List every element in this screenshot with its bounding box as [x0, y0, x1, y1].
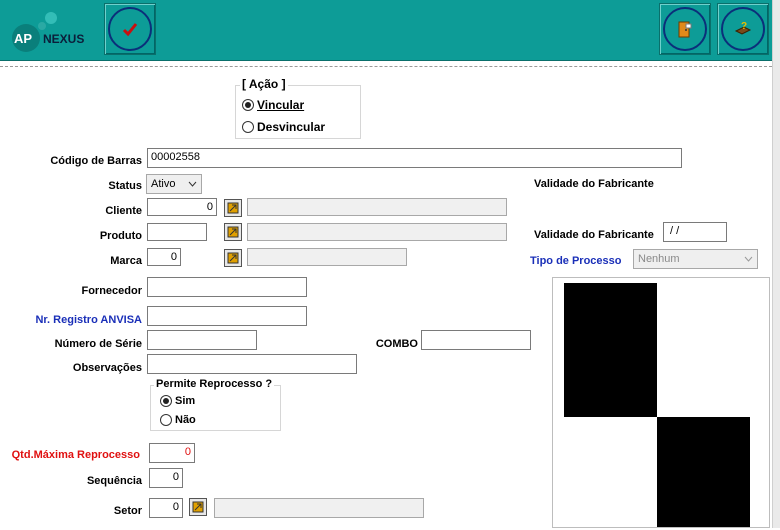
- help-button[interactable]: ?: [717, 3, 769, 55]
- codigo-barras-input[interactable]: 00002558: [147, 148, 682, 168]
- produto-desc-field: [247, 223, 507, 241]
- cliente-desc-field: [247, 198, 507, 216]
- chevron-down-icon: [188, 178, 197, 190]
- setor-desc-field: [214, 498, 424, 518]
- sequencia-label: Sequência: [86, 475, 142, 487]
- observacoes-label: Observações: [72, 362, 142, 374]
- lookup-icon: [192, 501, 204, 513]
- serie-label: Número de Série: [54, 338, 142, 350]
- svg-text:?: ?: [741, 21, 747, 32]
- radio-unselected-icon: [242, 121, 254, 133]
- validade-label: Validade do Fabricante: [534, 229, 654, 241]
- radio-desvincular-label: Desvincular: [257, 120, 326, 134]
- anvisa-input[interactable]: [147, 306, 307, 326]
- chevron-down-icon: [744, 253, 753, 265]
- help-book-icon: ?: [721, 7, 765, 51]
- setor-code-input[interactable]: 0: [149, 498, 183, 518]
- combo-input[interactable]: [421, 330, 531, 350]
- svg-text:AP: AP: [14, 31, 32, 46]
- radio-nao-label: Não: [175, 414, 196, 426]
- radio-selected-icon: [242, 99, 254, 111]
- setor-label: Setor: [113, 505, 142, 517]
- anvisa-label: Nr. Registro ANVISA: [35, 314, 142, 326]
- produto-lookup-button[interactable]: [224, 223, 242, 241]
- check-icon: [108, 7, 152, 51]
- radio-nao[interactable]: Não: [160, 414, 196, 426]
- exit-button[interactable]: [659, 3, 711, 55]
- marca-label: Marca: [110, 255, 142, 267]
- tipo-processo-select[interactable]: Nenhum: [633, 249, 758, 269]
- radio-desvincular[interactable]: Desvincular: [242, 120, 325, 134]
- fornecedor-label: Fornecedor: [81, 285, 142, 297]
- radio-vincular[interactable]: Vincular: [242, 98, 304, 112]
- codigo-barras-label: Código de Barras: [50, 155, 142, 167]
- app-logo: AP NEXUS: [6, 6, 96, 54]
- validade-input[interactable]: / /: [663, 222, 727, 242]
- exit-door-icon: [663, 7, 707, 51]
- lookup-icon: [227, 252, 239, 264]
- radio-sim-label: Sim: [175, 395, 196, 407]
- tipo-processo-value: Nenhum: [638, 253, 680, 265]
- status-select[interactable]: Ativo: [146, 174, 202, 194]
- radio-vincular-label: Vincular: [257, 98, 305, 112]
- lookup-icon: [227, 202, 239, 214]
- svg-text:NEXUS: NEXUS: [43, 32, 84, 46]
- produto-label: Produto: [99, 230, 142, 242]
- barcode-image-preview: [552, 277, 770, 528]
- cliente-code-input[interactable]: 0: [147, 198, 217, 216]
- marca-code-input[interactable]: 0: [147, 248, 181, 266]
- radio-sim[interactable]: Sim: [160, 395, 195, 407]
- lookup-icon: [227, 226, 239, 238]
- qtd-maxima-input[interactable]: 0: [149, 443, 195, 463]
- barcode-pattern-image: [564, 283, 750, 527]
- qtd-maxima-label: Qtd.Máxima Reprocesso: [11, 449, 140, 461]
- observacoes-input[interactable]: [147, 354, 357, 374]
- status-label: Status: [108, 180, 142, 192]
- acao-legend: [ Ação ]: [240, 77, 288, 91]
- tipo-processo-label: Tipo de Processo: [530, 255, 622, 267]
- fornecedor-input[interactable]: [147, 277, 307, 297]
- combo-label: COMBO: [375, 338, 418, 350]
- radio-unselected-icon: [160, 414, 172, 426]
- produto-code-input[interactable]: [147, 223, 207, 241]
- status-select-value: Ativo: [151, 178, 176, 190]
- radio-selected-icon: [160, 395, 172, 407]
- serie-input[interactable]: [147, 330, 257, 350]
- validade-header: Validade do Fabricante: [534, 178, 654, 190]
- vertical-scrollbar[interactable]: [772, 0, 780, 528]
- marca-lookup-button[interactable]: [224, 249, 242, 267]
- marca-desc-field: [247, 248, 407, 266]
- cliente-label: Cliente: [105, 205, 142, 217]
- cliente-lookup-button[interactable]: [224, 199, 242, 217]
- reprocesso-legend: Permite Reprocesso ?: [154, 378, 275, 390]
- sequencia-input[interactable]: 0: [149, 468, 183, 488]
- toolbar-separator: [0, 61, 772, 67]
- confirm-button[interactable]: [104, 3, 156, 55]
- setor-lookup-button[interactable]: [189, 498, 207, 516]
